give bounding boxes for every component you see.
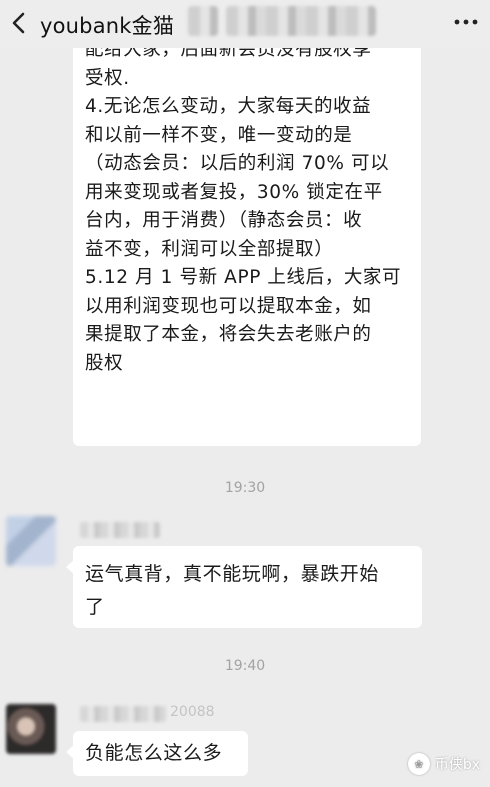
timestamp: 19:40: [224, 658, 266, 674]
chat-header: youbank金猫: [0, 0, 490, 48]
blurred-title-segment: [188, 6, 218, 36]
chat-screen: youbank金猫 配给大家，后面新会员没有股权享 受权. 4.无论怎么变动，大…: [0, 0, 490, 787]
message-line: 益不变，利润可以全部提取）: [85, 238, 334, 260]
message-line: 5.12 月 1 号新 APP 上线后，大家可: [85, 267, 402, 288]
message-line: 股权: [85, 352, 124, 374]
message-bubble[interactable]: 配给大家，后面新会员没有股权享 受权. 4.无论怎么变动，大家每天的收益 和以前…: [73, 20, 421, 446]
blurred-nickname: [80, 706, 166, 722]
message-line: 受权.: [85, 67, 130, 89]
message-bubble[interactable]: 负能怎么这么多: [66, 731, 248, 776]
chat-title: youbank金猫: [40, 14, 175, 38]
timestamp: 19:30: [224, 480, 266, 496]
message-line: （动态会员：以后的利润 70% 可以: [85, 153, 390, 174]
message-line: 台内，用于消费）（静态会员：收: [85, 210, 363, 231]
nickname-tail: 20088: [170, 704, 215, 720]
message-line: 负能怎么这么多: [85, 742, 223, 764]
message-line: 4.无论怎么变动，大家每天的收益: [85, 96, 372, 117]
message-line: 了: [85, 596, 105, 618]
blurred-nickname: [80, 522, 160, 538]
message-line: 运气真背，真不能玩啊，暴跌开始: [85, 563, 380, 585]
watermark: ❀ 币侠bx: [407, 753, 480, 775]
more-options-icon[interactable]: [454, 18, 478, 26]
message-line: 用来变现或者复投，30% 锁定在平: [85, 181, 383, 203]
avatar[interactable]: [6, 704, 56, 754]
blurred-title-segment: [226, 6, 376, 36]
message-bubble[interactable]: 运气真背，真不能玩啊，暴跌开始 了: [66, 546, 422, 628]
wechat-logo-icon: ❀: [407, 753, 430, 775]
message-line: 以用利润变现也可以提取本金，如: [85, 295, 372, 317]
avatar[interactable]: [6, 516, 56, 566]
message-line: 和以前一样不变，唯一变动的是: [85, 124, 353, 146]
watermark-text: 币侠bx: [434, 757, 480, 773]
back-arrow-icon[interactable]: [6, 8, 34, 38]
message-line: 果提取了本金，将会失去老账户的: [85, 324, 372, 345]
